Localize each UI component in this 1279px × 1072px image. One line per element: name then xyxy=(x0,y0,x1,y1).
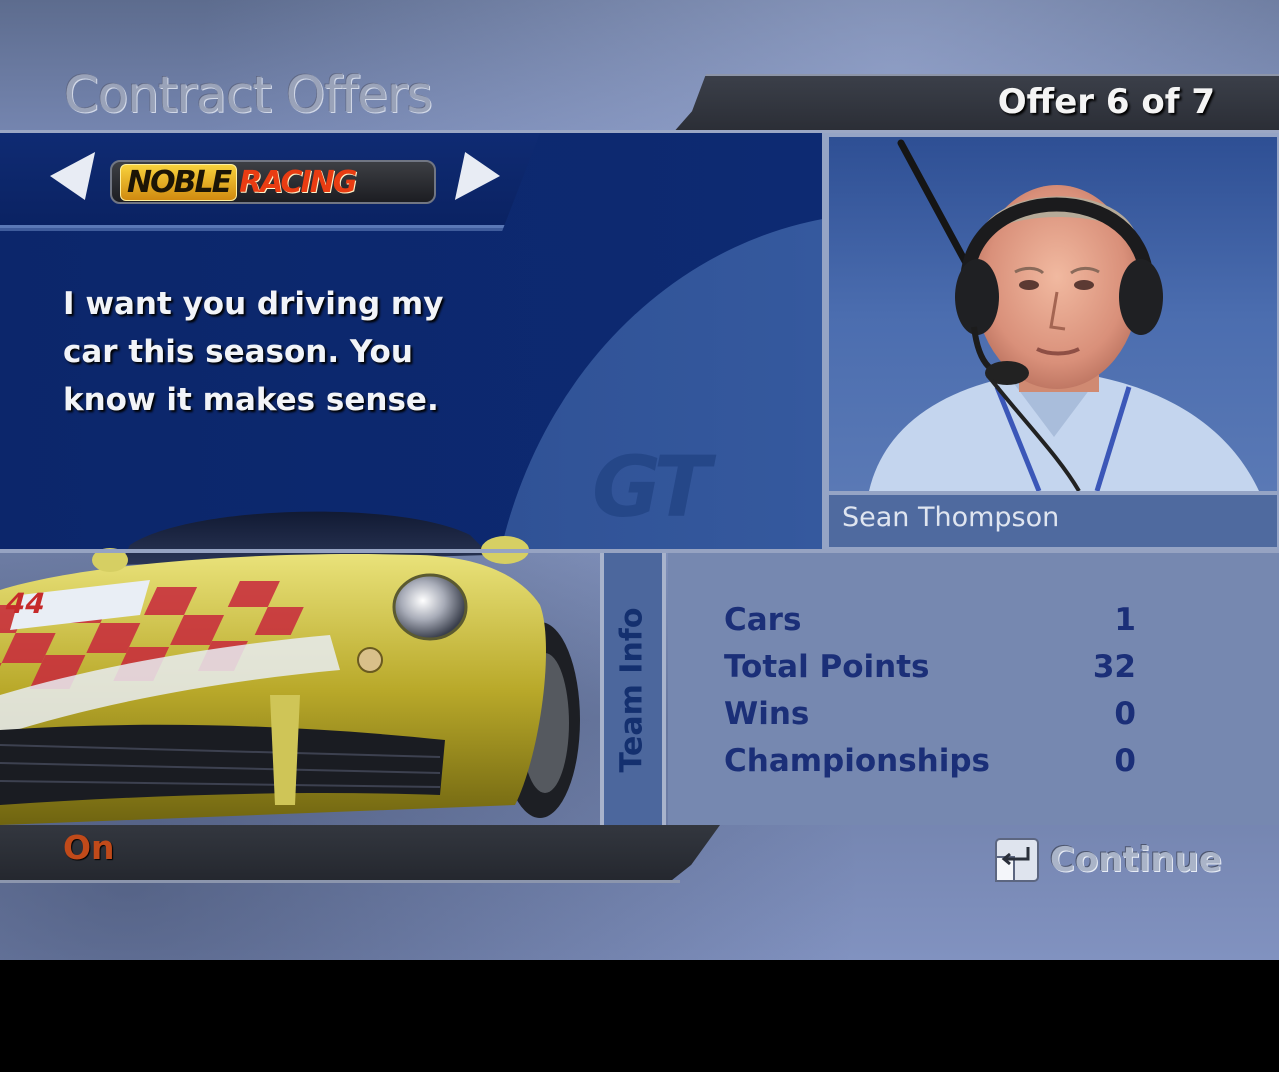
stat-row-championships: Championships 0 xyxy=(724,743,1136,789)
stat-row-cars: Cars 1 xyxy=(724,602,1136,648)
stat-value: 32 xyxy=(1092,649,1136,685)
car-illustration: 44 xyxy=(0,511,580,825)
gt-watermark: GT xyxy=(592,438,711,536)
team-info-label: Team Info xyxy=(614,607,650,773)
offer-quote: I want you driving my car this season. Y… xyxy=(63,286,444,418)
continue-label: Continue xyxy=(1050,840,1222,880)
page-title: Contract Offers xyxy=(64,66,433,124)
team-logo: NOBLE RACING xyxy=(110,160,436,204)
team-logo-word-racing: RACING xyxy=(239,164,357,200)
stat-row-wins: Wins 0 xyxy=(724,696,1136,742)
status-text: On xyxy=(63,828,115,867)
enter-key-icon xyxy=(992,835,1042,885)
stat-label: Cars xyxy=(724,602,802,638)
game-screen: Contract Offers Offer 6 of 7 GT NOBLE RA… xyxy=(0,0,1279,960)
stat-value: 1 xyxy=(1114,602,1136,638)
team-logo-word-noble: NOBLE xyxy=(120,163,238,201)
offer-counter: Offer 6 of 7 xyxy=(997,82,1215,122)
stat-label: Championships xyxy=(724,743,991,779)
status-bar-edge xyxy=(0,880,680,883)
manager-name: Sean Thompson xyxy=(842,502,1060,533)
manager-photo xyxy=(869,139,1259,491)
stat-row-total-points: Total Points 32 xyxy=(724,649,1136,695)
manager-portrait xyxy=(829,137,1277,491)
stat-value: 0 xyxy=(1114,696,1136,732)
team-car-image: 44 xyxy=(0,495,600,825)
stat-value: 0 xyxy=(1114,743,1136,779)
continue-button[interactable]: Continue xyxy=(992,834,1222,886)
stat-label: Total Points xyxy=(724,649,930,685)
stat-label: Wins xyxy=(724,696,810,732)
